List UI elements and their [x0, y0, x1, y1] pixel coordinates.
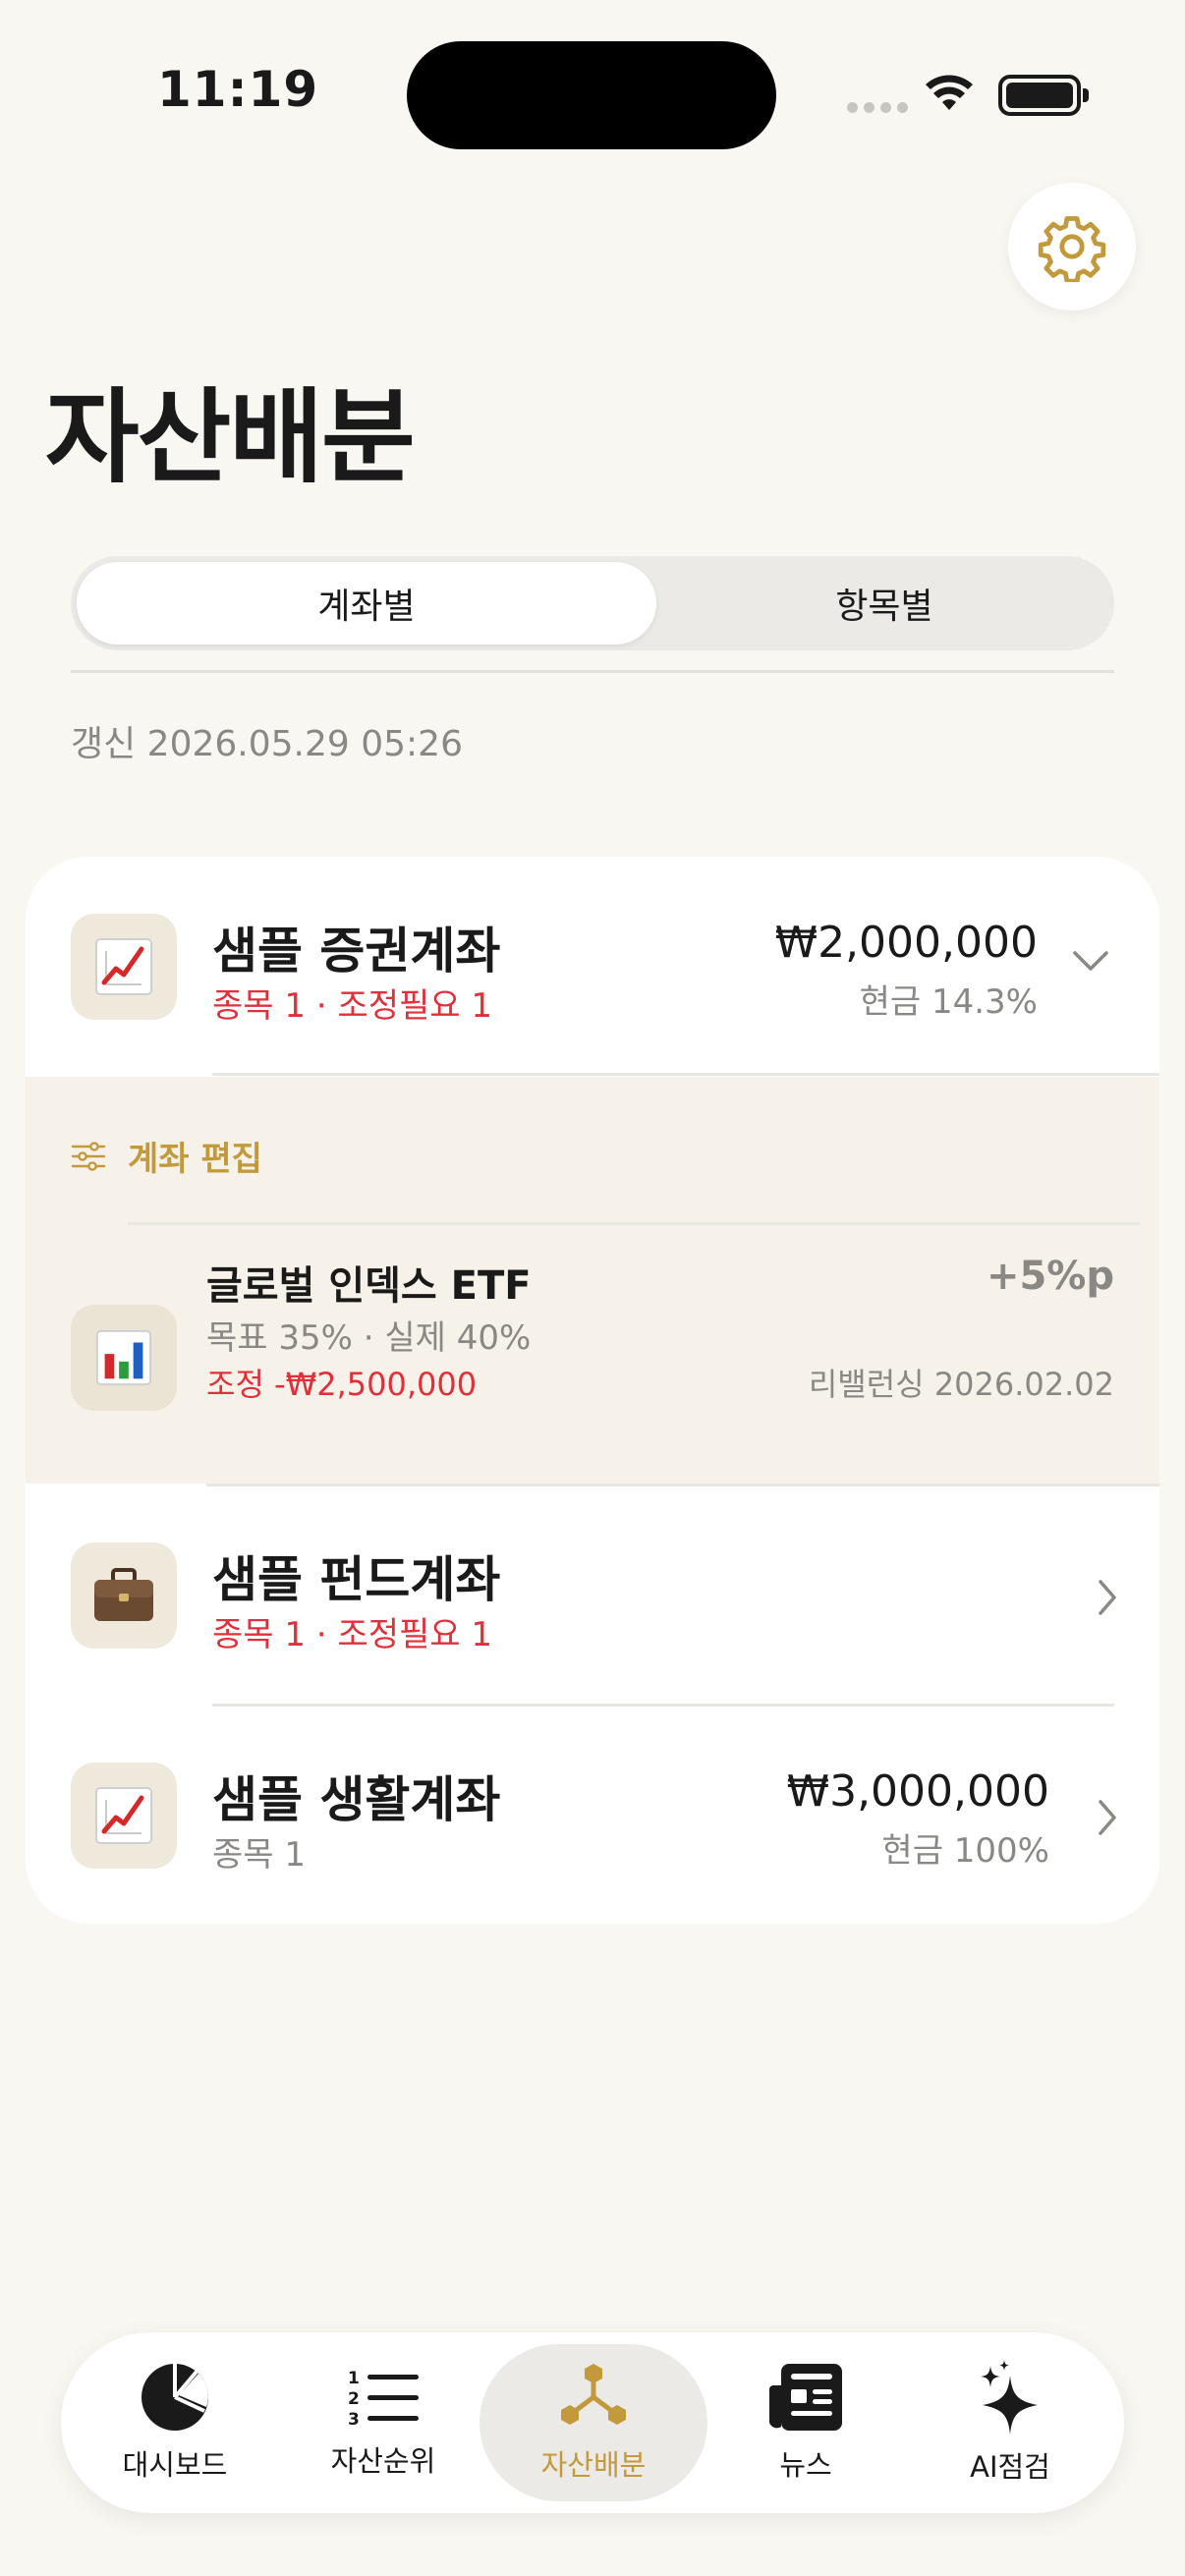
- account-name: 샘플 증권계좌: [212, 923, 501, 980]
- tab-asset-allocation[interactable]: 자산배분: [480, 2344, 707, 2501]
- chart-increasing-icon: [71, 1763, 177, 1869]
- sliders-icon: [71, 1141, 106, 1171]
- svg-text:3: 3: [348, 2410, 360, 2429]
- asset-allocation-screen: 11:19 자산배분 계좌별 항목별 갱신 2026.05.29 05:26 샘…: [0, 0, 1185, 2576]
- divider: [71, 670, 1114, 673]
- chevron-right-icon[interactable]: [1097, 1798, 1118, 1837]
- account-row-living[interactable]: 샘플 생활계좌 종목 1 ₩3,000,000 현금 100%: [26, 1706, 1159, 1924]
- tab-asset-ranking[interactable]: 1 2 3 자산순위: [279, 2344, 487, 2501]
- tab-news[interactable]: 뉴스: [702, 2344, 910, 2501]
- divider: [212, 1073, 1159, 1076]
- tab-label: 자산배분: [540, 2448, 647, 2482]
- account-expanded-panel: 계좌 편집 글로벌 인덱스 ETF 목표 35% · 실제 40% 조정 -₩2…: [26, 1077, 1159, 1484]
- bottom-tab-bar: 대시보드 1 2 3 자산순위 자산배분 뉴스 AI점검: [61, 2332, 1124, 2513]
- dynamic-island: [407, 41, 776, 149]
- account-row-securities[interactable]: 샘플 증권계좌 종목 1 · 조정필요 1 ₩2,000,000 현금 14.3…: [26, 857, 1159, 1077]
- view-segmented-control: 계좌별 항목별: [71, 556, 1114, 650]
- newspaper-icon: [769, 2364, 842, 2431]
- svg-text:2: 2: [348, 2389, 360, 2409]
- account-summary: 종목 1 · 조정필요 1: [212, 1615, 492, 1654]
- tab-label: 대시보드: [122, 2448, 228, 2482]
- allocation-nodes-icon: [561, 2364, 626, 2425]
- edit-account-button[interactable]: 계좌 편집: [71, 1132, 262, 1180]
- gear-icon: [1038, 216, 1106, 282]
- account-amount: ₩2,000,000: [774, 918, 1038, 968]
- settings-button[interactable]: [1008, 183, 1136, 310]
- account-cash-ratio: 현금 100%: [881, 1831, 1049, 1871]
- chevron-down-icon[interactable]: [1071, 949, 1110, 973]
- holding-rebalance-date: 리밸런싱 2026.02.02: [808, 1366, 1114, 1403]
- chevron-right-icon[interactable]: [1097, 1578, 1118, 1617]
- wifi-icon: [926, 75, 973, 110]
- holding-adjustment: 조정 -₩2,500,000: [206, 1366, 478, 1403]
- bar-chart-icon: [71, 1305, 177, 1411]
- accounts-card: 샘플 증권계좌 종목 1 · 조정필요 1 ₩2,000,000 현금 14.3…: [26, 857, 1159, 1924]
- sparkles-icon: [981, 2360, 1038, 2435]
- edit-account-label: 계좌 편집: [128, 1140, 262, 1179]
- account-row-fund[interactable]: 샘플 펀드계좌 종목 1 · 조정필요 1: [26, 1485, 1159, 1706]
- holding-target-actual: 목표 35% · 실제 40%: [206, 1318, 532, 1358]
- account-summary: 종목 1 · 조정필요 1: [212, 986, 492, 1026]
- holding-difference: +5%p: [986, 1254, 1114, 1299]
- chart-increasing-icon: [71, 914, 177, 1020]
- tab-label: 뉴스: [779, 2448, 832, 2482]
- updated-timestamp: 갱신 2026.05.29 05:26: [71, 724, 463, 764]
- account-name: 샘플 펀드계좌: [212, 1551, 501, 1608]
- briefcase-icon: [71, 1542, 177, 1649]
- account-summary: 종목 1: [212, 1835, 306, 1875]
- tab-label: 자산순위: [330, 2444, 436, 2478]
- segment-by-account[interactable]: 계좌별: [77, 562, 656, 644]
- tab-label: AI점검: [970, 2450, 1050, 2484]
- account-name: 샘플 생활계좌: [212, 1771, 501, 1828]
- cellular-signal-icon: [847, 102, 908, 113]
- account-cash-ratio: 현금 14.3%: [859, 982, 1038, 1022]
- account-amount: ₩3,000,000: [786, 1766, 1049, 1817]
- page-title: 자산배분: [45, 377, 416, 497]
- svg-text:1: 1: [348, 2369, 360, 2388]
- tab-ai-check[interactable]: AI점검: [906, 2344, 1114, 2501]
- tab-dashboard[interactable]: 대시보드: [71, 2344, 279, 2501]
- battery-icon: [998, 75, 1089, 116]
- pie-chart-icon: [141, 2364, 208, 2431]
- divider: [128, 1222, 1140, 1225]
- numbered-list-icon: 1 2 3: [348, 2369, 419, 2429]
- segment-by-item[interactable]: 항목별: [660, 562, 1108, 644]
- holding-name: 글로벌 인덱스 ETF: [206, 1263, 532, 1309]
- status-time: 11:19: [157, 61, 319, 118]
